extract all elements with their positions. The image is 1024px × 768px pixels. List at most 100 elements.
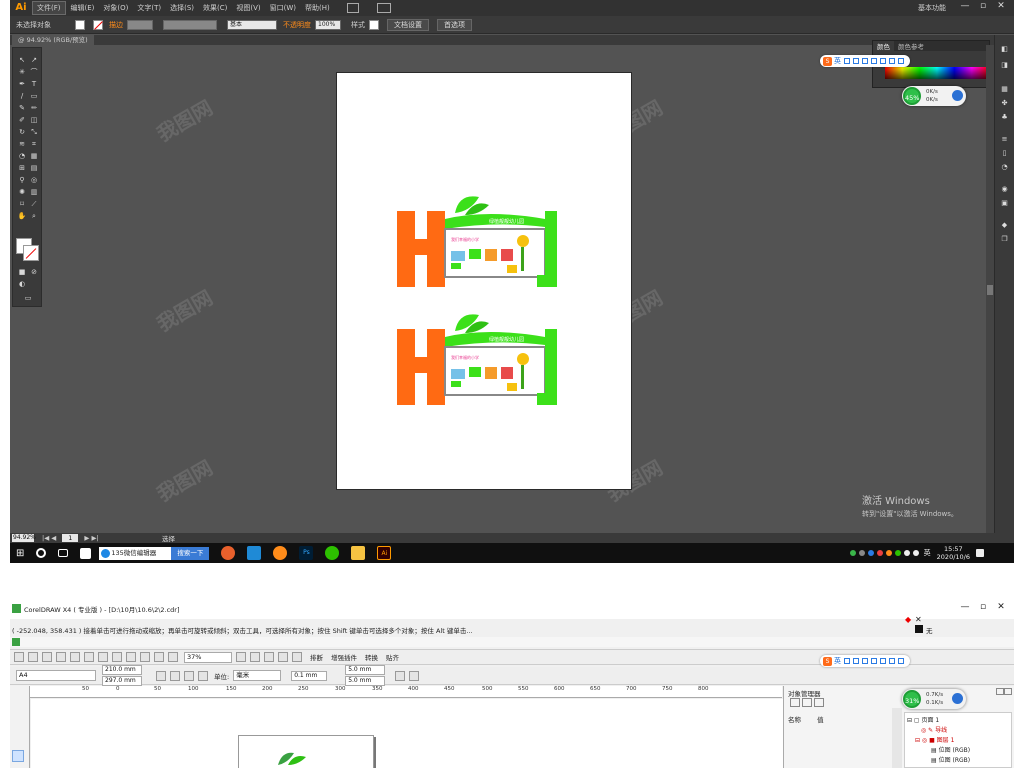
- keyboard-icon[interactable]: [853, 658, 859, 664]
- eyedropper-tool-icon[interactable]: ⚲: [17, 176, 27, 185]
- menu-select[interactable]: 选择(S): [166, 2, 198, 14]
- convert-button[interactable]: 转换: [365, 652, 378, 662]
- menu-help[interactable]: 帮助(H): [301, 2, 334, 14]
- none-mode-icon[interactable]: ⊘: [29, 268, 39, 277]
- copy-icon[interactable]: [84, 652, 94, 662]
- taskbar-search-input[interactable]: 135微信编辑器: [99, 546, 172, 560]
- menu-type[interactable]: 文字(T): [133, 2, 165, 14]
- user-icon[interactable]: [871, 658, 877, 664]
- screen-mode-icon[interactable]: ▭: [23, 294, 33, 303]
- orange-app-icon[interactable]: [221, 546, 236, 560]
- current-page-icon[interactable]: [198, 670, 208, 681]
- all-pages-icon[interactable]: [184, 670, 194, 681]
- nudge-distance-field[interactable]: 0.1 mm: [291, 670, 328, 681]
- hand-tool-icon[interactable]: ✋: [17, 212, 27, 221]
- selection-tool-icon[interactable]: ↖: [17, 56, 27, 65]
- landscape-icon[interactable]: [170, 670, 180, 681]
- brushes-icon[interactable]: ✤: [1000, 99, 1009, 107]
- snap-button[interactable]: 贴齐: [386, 652, 399, 662]
- network-icon[interactable]: [912, 550, 919, 556]
- ime-language[interactable]: 英: [834, 656, 841, 666]
- style-swatch[interactable]: [369, 19, 379, 30]
- tree-bitmap[interactable]: ▤ 位图 (RGB): [931, 755, 970, 764]
- rectangle-tool-icon[interactable]: ▭: [29, 92, 39, 101]
- print-icon[interactable]: [56, 652, 66, 662]
- brush-dropdown[interactable]: 基本: [227, 19, 277, 30]
- color-spectrum[interactable]: [885, 67, 989, 79]
- vertical-scrollbar[interactable]: [986, 45, 994, 533]
- artboard-tool-icon[interactable]: ⌑: [17, 200, 27, 209]
- stroke-label[interactable]: 描边: [109, 20, 123, 30]
- save-icon[interactable]: [42, 652, 52, 662]
- tray-app-icon[interactable]: [876, 550, 883, 556]
- bridge-icon[interactable]: [346, 3, 359, 13]
- paste-icon[interactable]: [98, 652, 108, 662]
- cut-icon[interactable]: [70, 652, 80, 662]
- zoom-level-field[interactable]: 94.92%: [12, 534, 36, 542]
- cdr-close-button[interactable]: ✕: [994, 602, 1008, 612]
- rotate-tool-icon[interactable]: ↻: [17, 128, 27, 137]
- scale-tool-icon[interactable]: ⤡: [29, 128, 39, 137]
- file-explorer-icon[interactable]: [351, 546, 366, 560]
- type-tool-icon[interactable]: T: [29, 80, 39, 89]
- mic-icon[interactable]: [862, 658, 868, 664]
- tray-app-icon[interactable]: [894, 550, 901, 556]
- pinwheel-app-icon[interactable]: [80, 547, 92, 559]
- direct-selection-tool-icon[interactable]: ↗: [29, 56, 39, 65]
- paintbrush-tool-icon[interactable]: ✎: [17, 104, 27, 113]
- draw-mode-icon[interactable]: ◐: [17, 280, 27, 289]
- warp-tool-icon[interactable]: ≋: [17, 140, 27, 149]
- gear-icon[interactable]: [898, 658, 904, 664]
- document-tab[interactable]: @ 94.92% (RGB/预览): [12, 35, 94, 45]
- firefox-icon[interactable]: [273, 546, 288, 560]
- fill-swatch[interactable]: [75, 19, 85, 30]
- blob-brush-tool-icon[interactable]: ✐: [17, 116, 27, 125]
- keyboard-icon[interactable]: [853, 58, 859, 64]
- gear-icon[interactable]: [898, 58, 904, 64]
- panel-restore-icon[interactable]: [996, 688, 1004, 695]
- transparency-icon[interactable]: ◔: [1000, 163, 1009, 171]
- cdr-drawing-area[interactable]: [31, 699, 783, 768]
- zoom-page-icon[interactable]: [292, 652, 302, 662]
- tray-app-icon[interactable]: [867, 550, 874, 556]
- taskbar-clock[interactable]: 15:57 2020/10/6: [937, 545, 970, 561]
- tray-language[interactable]: 英: [924, 548, 931, 558]
- menu-edit[interactable]: 编辑(E): [67, 2, 99, 14]
- boost-icon[interactable]: [952, 693, 963, 704]
- layers-icon[interactable]: ◆: [1000, 221, 1009, 229]
- wechat-icon[interactable]: [325, 546, 340, 560]
- ime-language[interactable]: 英: [834, 56, 841, 66]
- import-icon[interactable]: [140, 652, 150, 662]
- swatches-icon[interactable]: ▦: [1000, 85, 1009, 93]
- color-guide-icon[interactable]: ◨: [1000, 61, 1009, 69]
- units-dropdown[interactable]: 毫米: [233, 670, 282, 681]
- lasso-tool-icon[interactable]: ⌒: [29, 68, 39, 77]
- user-icon[interactable]: [871, 58, 877, 64]
- doc-icon[interactable]: [12, 638, 20, 646]
- menu-file[interactable]: 文件(F): [32, 1, 66, 15]
- moon-icon[interactable]: [844, 658, 850, 664]
- volume-icon[interactable]: [903, 550, 910, 556]
- edge-browser-icon[interactable]: [247, 546, 262, 560]
- workspace-switcher[interactable]: 基本功能: [918, 3, 946, 13]
- artboard-navigation-next[interactable]: ▶ ▶|: [84, 534, 98, 542]
- graphic-styles-icon[interactable]: ▣: [1000, 199, 1009, 207]
- cdr-maximize-button[interactable]: ▫: [976, 602, 990, 612]
- page-height-field[interactable]: 297.0 mm: [102, 676, 142, 686]
- page-view-icon[interactable]: [790, 698, 800, 707]
- leaf-shape[interactable]: [276, 751, 308, 767]
- network-speed-widget[interactable]: 45% 0K/s 0K/s: [902, 86, 966, 106]
- tray-app-icon[interactable]: [885, 550, 892, 556]
- notification-icon[interactable]: [976, 549, 984, 557]
- sogou-icon[interactable]: S: [823, 56, 832, 66]
- zoom-level-dropdown[interactable]: 37%: [184, 651, 232, 663]
- blend-tool-icon[interactable]: ◎: [29, 176, 39, 185]
- magic-wand-tool-icon[interactable]: ✳: [17, 68, 27, 77]
- grid-icon[interactable]: [880, 58, 886, 64]
- zoom-tool-icon[interactable]: ⌕: [29, 212, 39, 221]
- kindergarten-culture-wall-design-bottom[interactable]: 绿植靓靓幼儿园 我们幸福的小学: [397, 309, 562, 409]
- paper-size-dropdown[interactable]: A4: [16, 670, 96, 681]
- arrange-documents-icon[interactable]: [376, 3, 391, 13]
- free-transform-tool-icon[interactable]: ⌗: [29, 140, 39, 149]
- stroke-weight-dropdown[interactable]: [127, 19, 153, 30]
